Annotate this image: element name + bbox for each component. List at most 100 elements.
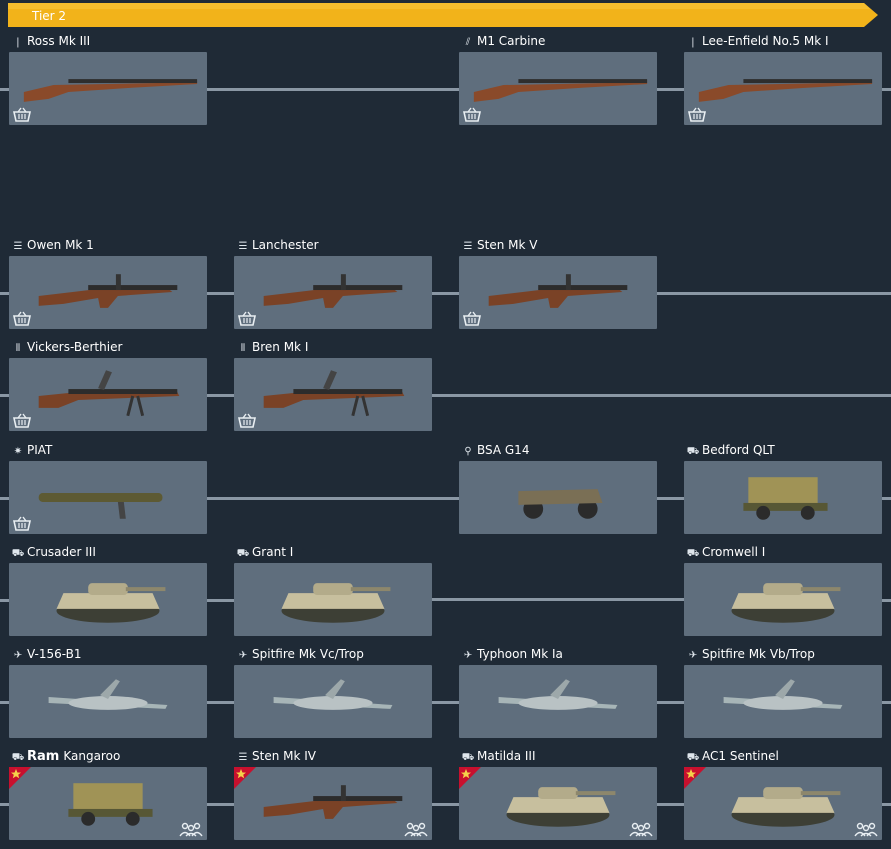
unit-name: Spitfire Mk Vb/Trop [702, 647, 815, 661]
unit-title: ⛟ Crusader III [11, 544, 96, 560]
vehicle-icon: ⛟ [11, 752, 25, 763]
unit-image [48, 679, 168, 710]
unit-card[interactable] [9, 665, 207, 738]
basket-icon[interactable] [12, 413, 32, 428]
carbine-icon: ⫽ [465, 37, 471, 48]
smg-icon: ☰ [463, 241, 473, 252]
unit-title: ⛟ Grant I [236, 544, 294, 560]
unit-image [38, 274, 178, 308]
unit-name: Sten Mk V [477, 238, 538, 252]
unit-card[interactable] [459, 461, 657, 534]
unit-title: ✈ Spitfire Mk Vc/Trop [236, 646, 364, 662]
unit-name: Kangaroo [63, 749, 121, 763]
unit-card[interactable] [459, 52, 657, 125]
unit-card[interactable] [9, 461, 207, 534]
explosive-icon: ✷ [13, 446, 23, 457]
unit-card[interactable] [234, 767, 432, 840]
unit-name: Owen Mk 1 [27, 238, 94, 252]
motorcycle-icon: ⚲ [464, 446, 472, 457]
squad-icon [629, 822, 653, 837]
unit-name: PIAT [27, 443, 53, 457]
unit-title: ⫴ Bren Mk I [236, 339, 308, 355]
basket-icon[interactable] [237, 413, 257, 428]
unit-image [263, 370, 405, 417]
unit-title: ⫴ Vickers-Berthier [11, 339, 123, 355]
unit-image [723, 679, 843, 710]
tier-banner-shape [8, 3, 878, 27]
unit-name: Spitfire Mk Vc/Trop [252, 647, 364, 661]
basket-icon[interactable] [12, 516, 32, 531]
tier-label: Tier 2 [32, 9, 67, 23]
unit-image [743, 477, 828, 520]
unit-card[interactable] [234, 256, 432, 329]
squad-icon [179, 822, 203, 837]
unit-card[interactable] [234, 665, 432, 738]
unit-title: ✈ Spitfire Mk Vb/Trop [686, 646, 815, 662]
unit-image [473, 79, 648, 102]
rifle-icon: ❘ [13, 37, 23, 48]
unit-title: ⛟ Matilda III [461, 748, 536, 764]
premium-star-icon [684, 767, 706, 789]
unit-name: AC1 Sentinel [702, 749, 779, 763]
unit-name: M1 Carbine [477, 34, 546, 48]
basket-icon[interactable] [12, 311, 32, 326]
unit-image [518, 489, 603, 519]
unit-image [731, 583, 841, 623]
smg-icon: ☰ [13, 241, 23, 252]
unit-name: Matilda III [477, 749, 536, 763]
unit-card[interactable] [9, 767, 207, 840]
unit-card[interactable] [234, 563, 432, 636]
rifle-icon: ❘ [688, 37, 698, 48]
unit-image [281, 583, 391, 623]
machinegun-icon: ⫴ [15, 343, 21, 354]
unit-title: ⫽ M1 Carbine [461, 33, 546, 49]
squad-icon [854, 822, 878, 837]
unit-image [488, 274, 628, 308]
unit-title: ⛟ Bedford QLT [686, 442, 775, 458]
unit-card[interactable] [459, 665, 657, 738]
unit-card[interactable] [684, 767, 882, 840]
unit-card[interactable] [459, 256, 657, 329]
smg-icon: ☰ [238, 241, 248, 252]
unit-card[interactable] [9, 358, 207, 431]
unit-title: ⛟ Ram Kangaroo [11, 748, 121, 764]
unit-title: ✈ V-156-B1 [11, 646, 82, 662]
unit-title: ⛟ Cromwell I [686, 544, 766, 560]
unit-name: Ross Mk III [27, 34, 91, 48]
unit-card[interactable] [684, 665, 882, 738]
basket-icon[interactable] [687, 107, 707, 122]
basket-icon[interactable] [12, 107, 32, 122]
unit-name: Bren Mk I [252, 340, 309, 354]
unit-image [56, 583, 166, 623]
plane-icon: ✈ [688, 650, 698, 661]
tree-connector [432, 597, 684, 601]
vehicle-icon: ⛟ [686, 446, 700, 457]
tank-icon: ⛟ [236, 548, 250, 559]
unit-name: Bedford QLT [702, 443, 775, 457]
unit-card[interactable] [9, 563, 207, 636]
plane-icon: ✈ [13, 650, 23, 661]
unit-name: Typhoon Mk Ia [477, 647, 563, 661]
squad-icon [404, 822, 428, 837]
unit-image [698, 79, 873, 102]
unit-name: Crusader III [27, 545, 96, 559]
unit-card[interactable] [9, 52, 207, 125]
basket-icon[interactable] [462, 311, 482, 326]
plane-icon: ✈ [463, 650, 473, 661]
unit-image [38, 370, 180, 417]
basket-icon[interactable] [237, 311, 257, 326]
unit-image [38, 493, 163, 519]
unit-card[interactable] [234, 358, 432, 431]
unit-name: Lanchester [252, 238, 319, 252]
unit-title: ☰ Owen Mk 1 [11, 237, 94, 253]
machinegun-icon: ⫴ [240, 343, 246, 354]
unit-card[interactable] [684, 52, 882, 125]
unit-card[interactable] [684, 461, 882, 534]
unit-title: ✈ Typhoon Mk Ia [461, 646, 563, 662]
basket-icon[interactable] [462, 107, 482, 122]
unit-card[interactable] [684, 563, 882, 636]
unit-image [498, 679, 618, 710]
unit-card[interactable] [9, 256, 207, 329]
smg-icon: ☰ [238, 752, 248, 763]
unit-card[interactable] [459, 767, 657, 840]
